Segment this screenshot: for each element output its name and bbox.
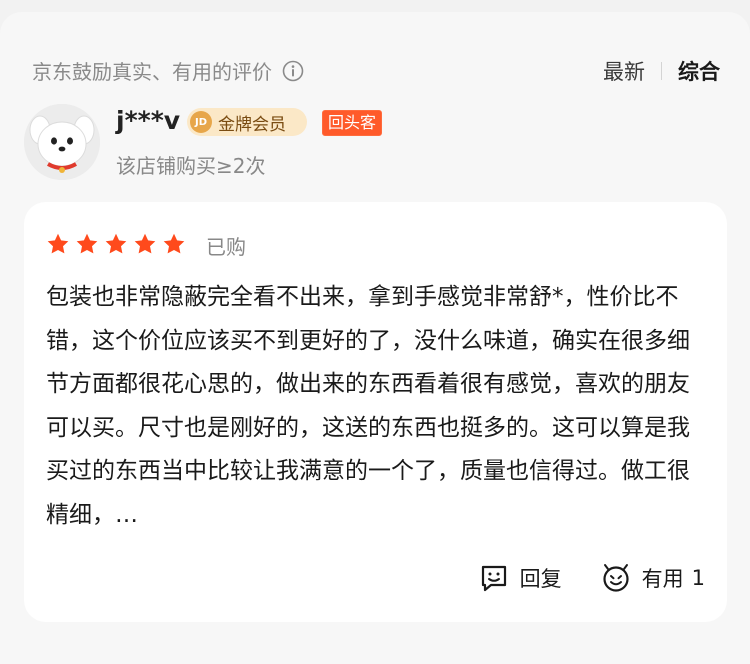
sort-divider <box>661 62 662 80</box>
username: j***v <box>116 106 181 135</box>
useful-count: 1 <box>691 566 705 590</box>
avatar[interactable] <box>24 104 100 180</box>
star-icon <box>134 233 156 254</box>
purchased-tag: 已购 <box>206 235 246 259</box>
useful-icon <box>603 564 629 592</box>
jd-dog-avatar-icon <box>24 104 100 180</box>
sort-tabs: 最新 综合 <box>603 56 720 86</box>
review-notice: 京东鼓励真实、有用的评价 <box>32 56 304 85</box>
sort-latest-tab[interactable]: 最新 <box>603 56 645 86</box>
review-panel: 京东鼓励真实、有用的评价 最新 综合 j***v JD 金牌会员 回头客 该店铺… <box>0 12 750 664</box>
star-icon <box>47 233 69 254</box>
review-text[interactable]: 包装也非常隐蔽完全看不出来，拿到手感觉非常舒*，性价比不错，这个价位应该买不到更… <box>46 276 708 537</box>
jd-logo-icon: JD <box>190 111 212 133</box>
useful-button[interactable]: 有用 1 <box>600 562 705 594</box>
reply-label: 回复 <box>519 567 562 591</box>
purchase-count: 该店铺购买≥2次 <box>116 154 266 178</box>
gold-member-badge: JD 金牌会员 <box>187 108 307 136</box>
sort-overall-tab[interactable]: 综合 <box>678 56 720 86</box>
star-icon <box>105 233 127 254</box>
review-card: 已购 包装也非常隐蔽完全看不出来，拿到手感觉非常舒*，性价比不错，这个价位应该买… <box>24 202 727 622</box>
returning-customer-badge: 回头客 <box>322 110 383 136</box>
star-icon <box>76 233 98 254</box>
review-actions: 回复 有用 1 <box>478 562 705 594</box>
star-icon <box>163 233 185 254</box>
useful-label: 有用 <box>641 567 684 591</box>
reply-button[interactable]: 回复 <box>478 562 562 594</box>
reply-icon <box>481 565 506 592</box>
info-icon[interactable] <box>282 60 304 82</box>
gold-member-label: 金牌会员 <box>218 114 286 135</box>
review-notice-text: 京东鼓励真实、有用的评价 <box>32 60 272 84</box>
star-rating <box>46 232 191 256</box>
review-top-bar: 京东鼓励真实、有用的评价 最新 综合 <box>32 56 720 84</box>
